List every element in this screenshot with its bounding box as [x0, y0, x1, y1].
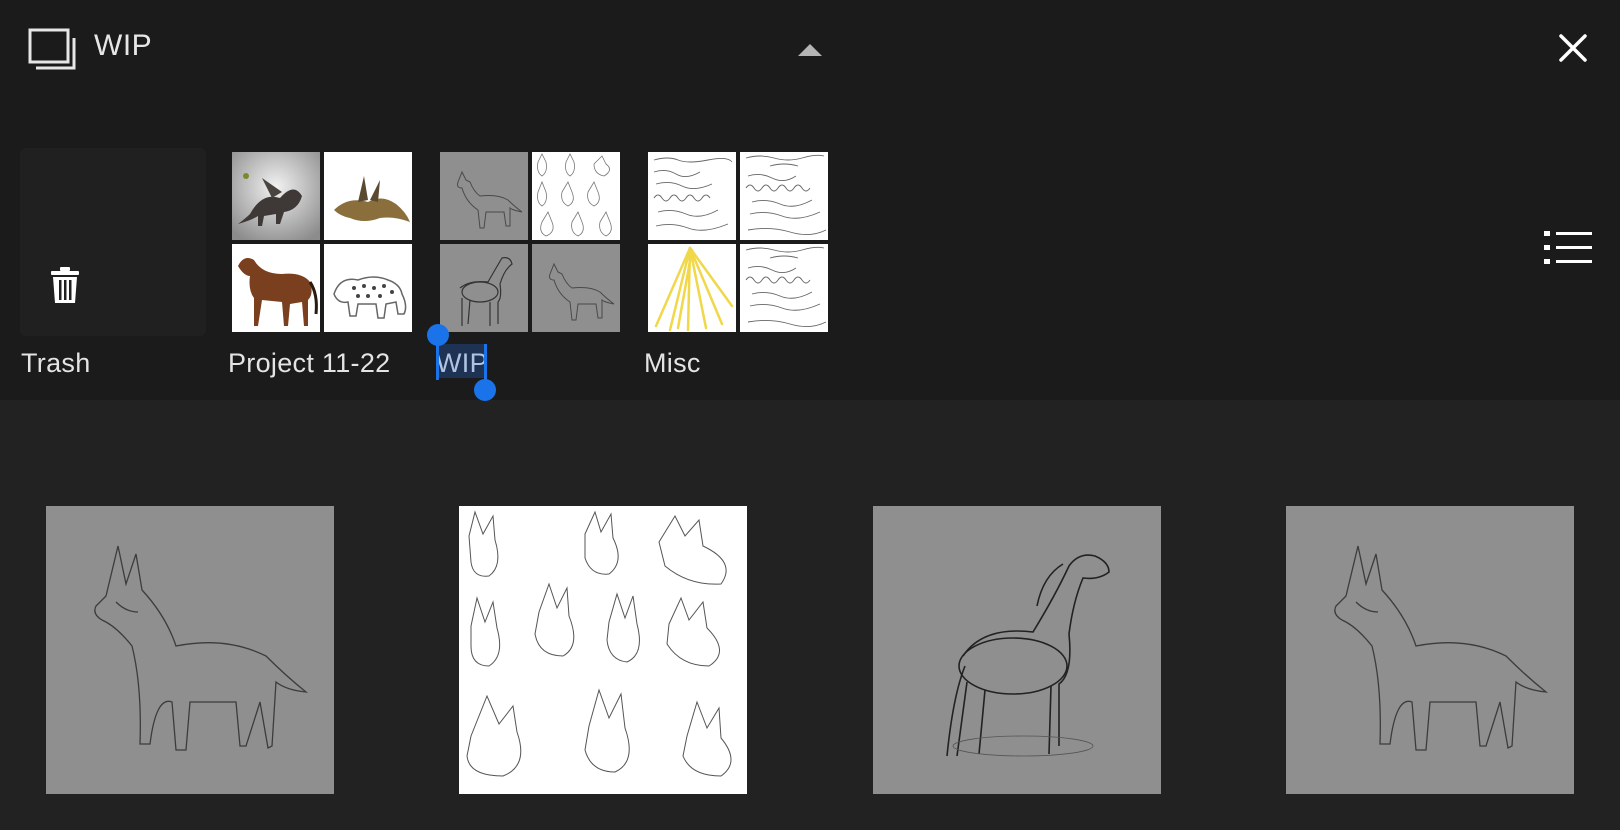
notes-thumbnail-2 [740, 152, 828, 240]
chevron-up-icon [798, 44, 822, 56]
folder-thumbnail [228, 148, 414, 336]
artwork-dog-sketch[interactable] [46, 506, 334, 794]
dog-sketch-thumbnail-2 [532, 244, 620, 332]
trash-icon [51, 267, 79, 303]
horse-sketch-thumbnail [440, 244, 528, 332]
close-icon[interactable] [1555, 30, 1591, 66]
creature-thumbnail [324, 152, 412, 240]
folder-thumbnail [644, 148, 830, 336]
selection-end-caret [484, 344, 487, 380]
leopard-thumbnail [324, 244, 412, 332]
folder-label: Trash [21, 348, 91, 378]
selection-start-handle[interactable] [427, 324, 449, 346]
selection-start-caret [436, 344, 439, 380]
text-selection-highlight [436, 344, 486, 378]
folder-label: Project 11-22 [228, 348, 391, 378]
selection-end-handle[interactable] [474, 379, 496, 401]
dog-sketch-thumbnail [440, 152, 528, 240]
horse-thumbnail [232, 244, 320, 332]
folder-thumbnail [436, 148, 622, 336]
dragon-thumbnail [232, 152, 320, 240]
folder-strip: WIP Trash Project 11-22 WIP Misc [0, 0, 1620, 401]
notes-thumbnail [648, 152, 736, 240]
collapse-button[interactable] [790, 38, 830, 62]
heads-sketch-thumbnail [532, 152, 620, 240]
stack-icon [28, 28, 76, 70]
artwork-heads-sketch[interactable] [459, 506, 747, 794]
folder-label: Misc [644, 348, 701, 378]
list-view-icon[interactable] [1542, 228, 1594, 268]
gallery-title: WIP [94, 29, 153, 62]
artwork-horse-sketch[interactable] [873, 506, 1161, 794]
artwork-dog-sketch-2[interactable] [1286, 506, 1574, 794]
notes-thumbnail-3 [740, 244, 828, 332]
folder-thumbnail [20, 148, 206, 336]
yellow-rays-thumbnail [648, 244, 736, 332]
